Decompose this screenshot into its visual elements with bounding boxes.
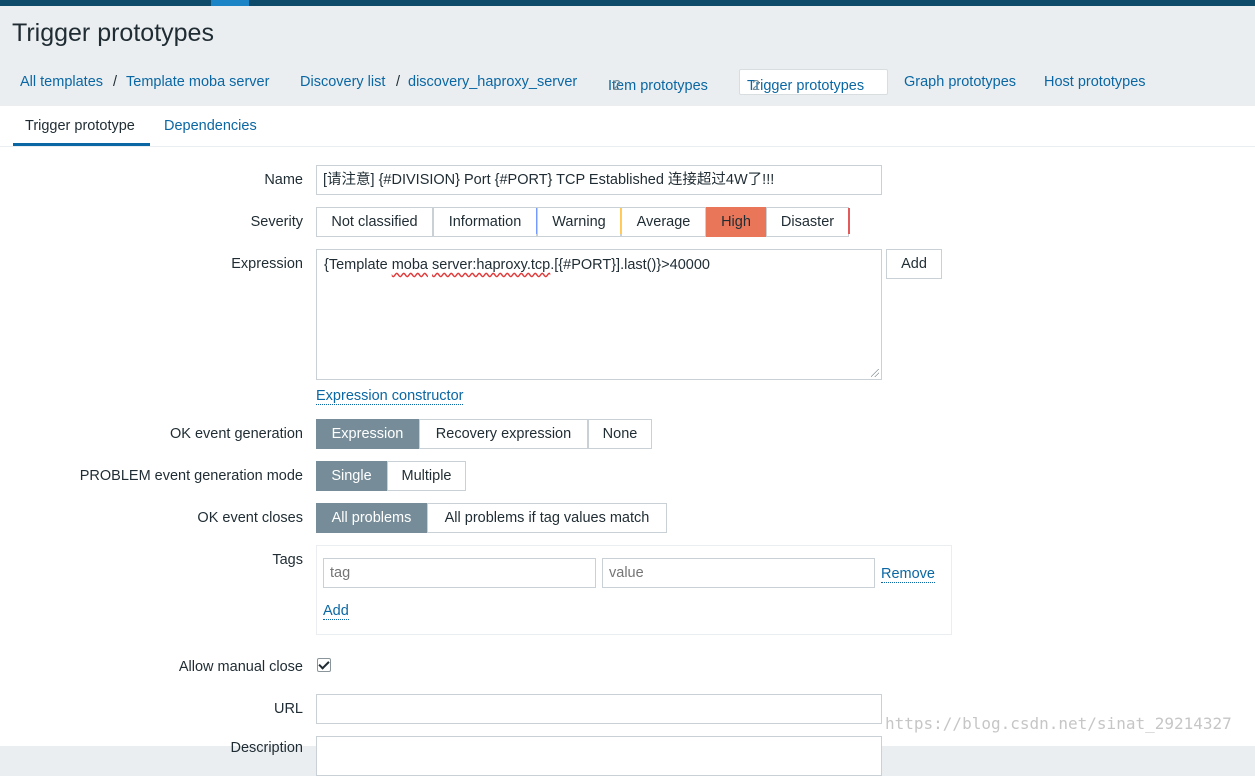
expression-constructor-link[interactable]: Expression constructor	[316, 388, 464, 405]
breadcrumb-all-templates[interactable]: All templates	[20, 74, 103, 90]
severity-high-button[interactable]: High	[706, 207, 766, 237]
breadcrumb-separator: /	[113, 74, 118, 90]
severity-information-button[interactable]: Information	[433, 207, 537, 237]
expression-textarea[interactable]: {Template moba server:haproxy.tcp.[{#POR…	[316, 249, 882, 380]
severity-warning-button[interactable]: Warning	[537, 207, 621, 237]
url-input[interactable]	[316, 694, 882, 724]
ok-event-closes-label: OK event closes	[197, 510, 303, 526]
form-panel: Trigger prototype Dependencies Name [请注意…	[0, 106, 1255, 776]
name-label: Name	[264, 172, 303, 188]
expression-text: {Template	[324, 257, 392, 273]
breadcrumb-graph-prototypes[interactable]: Graph prototypes	[904, 74, 1016, 90]
ok-event-generation-label: OK event generation	[169, 426, 303, 442]
tag-add-link[interactable]: Add	[323, 603, 349, 620]
severity-disaster-color-mark	[848, 208, 850, 234]
problem-mode-multiple-button[interactable]: Multiple	[387, 461, 466, 491]
tag-remove-link[interactable]: Remove	[881, 566, 935, 583]
problem-mode-label: PROBLEM event generation mode	[79, 468, 303, 484]
severity-average-button[interactable]: Average	[621, 207, 706, 237]
ok-event-generation-recovery-button[interactable]: Recovery expression	[419, 419, 588, 449]
severity-not-classified-button[interactable]: Not classified	[316, 207, 433, 237]
breadcrumb-discovery-rule[interactable]: discovery_haproxy_server	[408, 74, 577, 90]
tab-trigger-prototype[interactable]: Trigger prototype	[25, 118, 135, 134]
expression-text: moba	[391, 257, 428, 273]
form-tabs: Trigger prototype Dependencies	[0, 106, 1255, 147]
ok-event-generation-expression-button[interactable]: Expression	[316, 419, 419, 449]
expression-add-button[interactable]: Add	[886, 249, 942, 279]
resize-handle-icon[interactable]	[871, 369, 879, 377]
severity-disaster-button[interactable]: Disaster	[766, 207, 849, 237]
ok-event-closes-tag-match-button[interactable]: All problems if tag values match	[427, 503, 667, 533]
page-title: Trigger prototypes	[12, 19, 214, 47]
allow-manual-close-label: Allow manual close	[178, 659, 303, 675]
tags-label: Tags	[272, 552, 303, 568]
active-tab-underline	[13, 143, 150, 146]
header-active-indicator	[211, 0, 249, 6]
trigger-prototypes-count: 2	[752, 78, 761, 94]
top-header-bar	[0, 0, 1255, 6]
trigger-prototypes-label[interactable]: Trigger prototypes	[747, 78, 864, 94]
expression-label: Expression	[231, 256, 303, 272]
url-label: URL	[273, 701, 303, 717]
breadcrumb-separator: /	[396, 74, 401, 90]
breadcrumb: All templates / Template moba server Dis…	[0, 69, 1255, 98]
allow-manual-close-checkbox[interactable]	[317, 658, 331, 672]
ok-event-closes-all-button[interactable]: All problems	[316, 503, 427, 533]
breadcrumb-host-prototypes[interactable]: Host prototypes	[1044, 74, 1146, 90]
description-label: Description	[230, 740, 303, 756]
problem-mode-single-button[interactable]: Single	[316, 461, 387, 491]
breadcrumb-template[interactable]: Template moba server	[126, 74, 269, 90]
expression-text: .[{#PORT}].last()}>40000	[550, 257, 710, 273]
tab-dependencies[interactable]: Dependencies	[164, 118, 257, 134]
tag-name-input[interactable]	[323, 558, 596, 588]
ok-event-generation-none-button[interactable]: None	[588, 419, 652, 449]
severity-label: Severity	[250, 214, 303, 230]
breadcrumb-discovery-list[interactable]: Discovery list	[300, 74, 385, 90]
description-textarea[interactable]	[316, 736, 882, 776]
expression-text: server:haproxy.tcp	[432, 257, 551, 273]
item-prototypes-label[interactable]: Item prototypes	[608, 78, 708, 94]
tag-value-input[interactable]	[602, 558, 875, 588]
item-prototypes-count: 2	[613, 78, 622, 94]
watermark: https://blog.csdn.net/sinat_29214327	[885, 714, 1232, 733]
name-input[interactable]: [请注意] {#DIVISION} Port {#PORT} TCP Estab…	[316, 165, 882, 195]
